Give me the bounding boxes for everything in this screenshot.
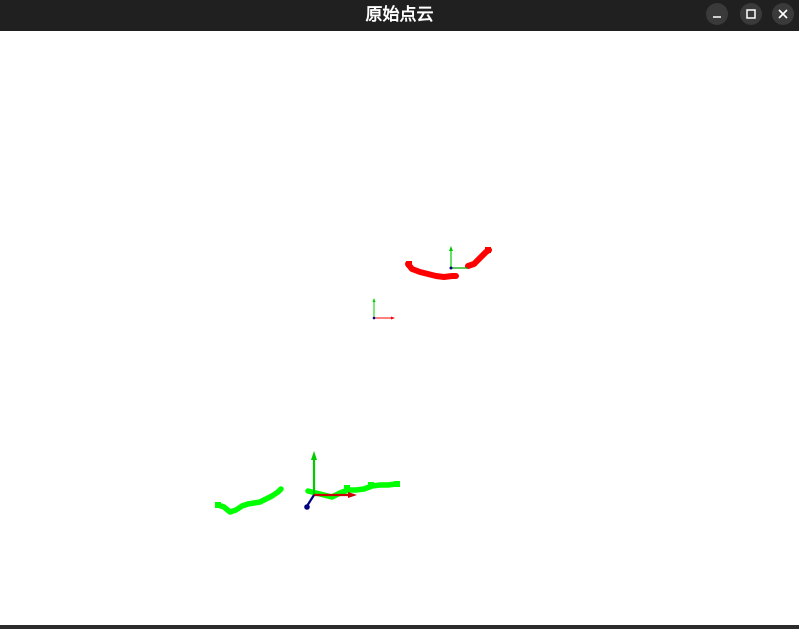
title-bar[interactable]: 原始点云 xyxy=(0,0,799,31)
axes-green-cloud xyxy=(304,451,357,510)
point-cloud-canvas xyxy=(215,246,492,515)
minimize-button[interactable] xyxy=(706,3,728,25)
window-title: 原始点云 xyxy=(365,5,434,25)
app-window: 原始点云 xyxy=(0,0,799,625)
axes-origin-small xyxy=(372,298,395,320)
maximize-button[interactable] xyxy=(740,3,762,25)
close-button[interactable] xyxy=(772,3,794,25)
minimize-icon xyxy=(713,16,721,18)
maximize-icon xyxy=(746,9,756,19)
point-cloud-viewport[interactable] xyxy=(0,31,799,625)
close-icon xyxy=(778,9,788,19)
red-point-cloud xyxy=(405,247,492,280)
